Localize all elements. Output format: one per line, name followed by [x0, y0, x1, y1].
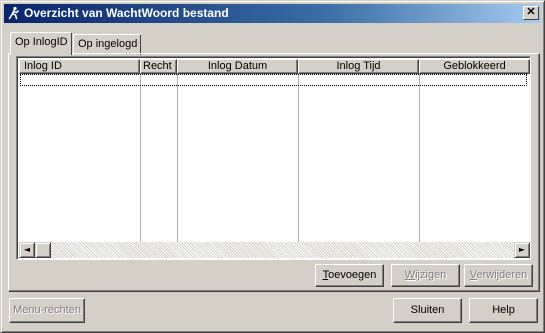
title-bar[interactable]: Overzicht van WachtWoord bestand ✕ — [4, 4, 541, 23]
scroll-right-icon[interactable]: ► — [514, 242, 530, 258]
scroll-thumb[interactable] — [35, 242, 51, 258]
column-divider — [140, 74, 141, 242]
column-header-inlog-tijd[interactable]: Inlog Tijd — [298, 59, 419, 74]
tab-label: Op InlogID — [15, 36, 68, 48]
tab-label: Op ingelogd — [78, 38, 138, 50]
tab-op-inlogid[interactable]: Op InlogID — [10, 32, 72, 55]
button-label: oevoegen — [328, 269, 377, 281]
scroll-left-icon[interactable]: ◄ — [19, 242, 35, 258]
wijzigen-button[interactable]: Wijzigen — [391, 264, 460, 287]
column-header-inlog-datum[interactable]: Inlog Datum — [177, 59, 298, 74]
button-label: erwijderen — [476, 269, 528, 281]
column-divider — [298, 74, 299, 242]
horizontal-scrollbar[interactable]: ◄ ► — [19, 242, 530, 258]
column-divider — [419, 74, 420, 242]
list-header: Inlog ID Recht Inlog Datum Inlog Tijd Ge… — [19, 59, 530, 74]
toevoegen-button[interactable]: Toevoegen — [315, 264, 384, 287]
mnemonic-letter: W — [404, 269, 416, 281]
close-icon[interactable]: ✕ — [523, 6, 539, 20]
help-button[interactable]: Help — [469, 298, 538, 323]
column-header-geblokkeerd[interactable]: Geblokkeerd — [419, 59, 530, 74]
menu-rechten-button[interactable]: Menu-rechten — [9, 298, 85, 323]
column-divider — [177, 74, 178, 242]
sluiten-button[interactable]: Sluiten — [393, 298, 462, 323]
window-title: Overzicht van WachtWoord bestand — [24, 6, 229, 20]
column-header-recht[interactable]: Recht — [140, 59, 177, 74]
tab-op-ingelogd[interactable]: Op ingelogd — [73, 34, 141, 55]
scroll-track[interactable] — [35, 242, 514, 258]
dialog-window: Overzicht van WachtWoord bestand ✕ Op In… — [0, 0, 545, 333]
button-label: ijzigen — [415, 269, 447, 281]
column-header-inlog-id[interactable]: Inlog ID — [19, 59, 140, 74]
login-list[interactable]: Inlog ID Recht Inlog Datum Inlog Tijd Ge… — [16, 56, 531, 260]
focus-rectangle[interactable] — [20, 74, 527, 86]
verwijderen-button[interactable]: Verwijderen — [464, 264, 533, 287]
runner-icon — [7, 6, 21, 20]
